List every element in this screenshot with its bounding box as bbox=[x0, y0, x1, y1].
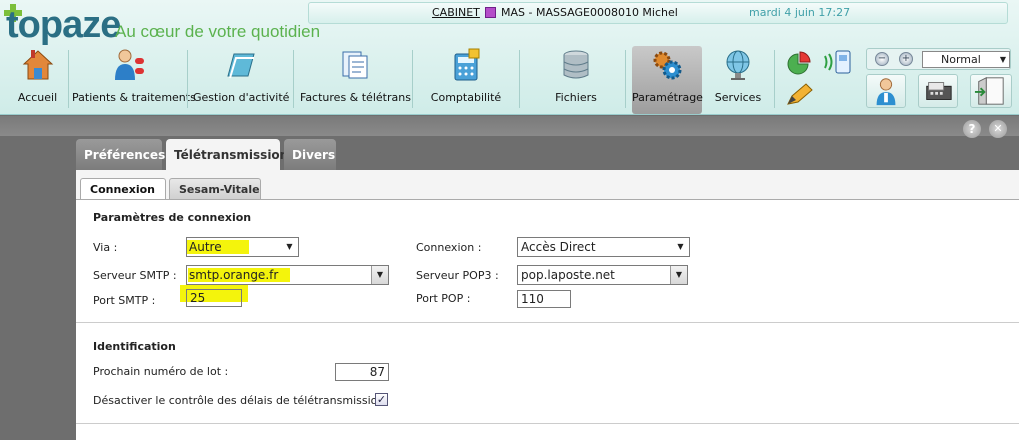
port-pop-input[interactable]: 110 bbox=[517, 290, 571, 308]
lot-label: Prochain numéro de lot : bbox=[93, 365, 229, 378]
cabinet-link[interactable]: CABINET bbox=[432, 6, 480, 19]
nav-label: Factures & télétrans bbox=[300, 91, 411, 104]
pop3-combo[interactable]: pop.laposte.net ▼ bbox=[517, 265, 688, 285]
nav-separator bbox=[774, 50, 775, 108]
chevron-down-icon: ▼ bbox=[281, 238, 298, 256]
subtab-connexion[interactable]: Connexion bbox=[80, 178, 166, 201]
smtp-label: Serveur SMTP : bbox=[93, 269, 177, 282]
section-divider bbox=[76, 322, 1019, 323]
chevron-down-icon: ▼ bbox=[371, 266, 388, 284]
nav-separator bbox=[412, 50, 413, 108]
nav-accueil[interactable]: Accueil bbox=[10, 46, 65, 114]
nav-separator bbox=[625, 50, 626, 108]
connexion-content: Paramètres de connexion Via : Autre ▼ Se… bbox=[76, 200, 1019, 440]
via-label: Via : bbox=[93, 241, 118, 254]
zoom-control: − + Normal ▼ bbox=[866, 48, 1011, 70]
calculator-icon bbox=[454, 48, 480, 81]
zoom-value: Normal bbox=[941, 53, 981, 66]
home-icon bbox=[22, 50, 53, 80]
current-date: mardi 4 juin 17:27 bbox=[749, 6, 851, 19]
section-divider bbox=[76, 423, 1019, 424]
port-smtp-label: Port SMTP : bbox=[93, 294, 156, 307]
subtab-sesam-vitale[interactable]: Sesam-Vitale bbox=[169, 178, 261, 200]
nav-parametrage[interactable]: Paramétrage bbox=[632, 46, 703, 114]
nav-separator bbox=[293, 50, 294, 108]
port-pop-value: 110 bbox=[521, 292, 544, 306]
connexion-select[interactable]: Accès Direct ▼ bbox=[517, 237, 690, 257]
chevron-down-icon: ▼ bbox=[670, 266, 687, 284]
logout-button[interactable] bbox=[970, 74, 1012, 108]
app-logo: topaze bbox=[6, 4, 121, 46]
practitioner-color-swatch bbox=[485, 7, 496, 18]
help-icon[interactable]: ? bbox=[963, 120, 981, 138]
zoom-select[interactable]: Normal ▼ bbox=[922, 51, 1010, 68]
nav-label: Fichiers bbox=[555, 91, 597, 104]
tab-teletransmission[interactable]: Télétransmission bbox=[166, 139, 288, 171]
toolbar-strip bbox=[0, 116, 1019, 136]
disable-delay-checkbox[interactable]: ✓ bbox=[375, 393, 388, 406]
nav-label: Paramétrage bbox=[632, 91, 703, 104]
connexion-label: Connexion : bbox=[416, 241, 482, 254]
connexion-value: Accès Direct bbox=[521, 240, 596, 254]
exit-door-icon bbox=[974, 77, 1004, 105]
patients-icon bbox=[115, 49, 144, 80]
section-title-connexion: Paramètres de connexion bbox=[93, 211, 252, 224]
smtp-value: smtp.orange.fr bbox=[188, 268, 291, 282]
nav-comptabilite[interactable]: Comptabilité bbox=[420, 46, 512, 114]
nav-label: Services bbox=[714, 91, 762, 104]
card-reader-icon bbox=[926, 82, 952, 100]
via-select[interactable]: Autre ▼ bbox=[186, 237, 299, 257]
practitioner-name[interactable]: MAS - MASSAGE0008010 Michel bbox=[501, 6, 678, 19]
nav-factures[interactable]: Factures & télétrans bbox=[300, 46, 411, 114]
pop3-value: pop.laposte.net bbox=[521, 268, 615, 282]
nav-separator bbox=[68, 50, 69, 108]
invoice-icon bbox=[342, 51, 368, 79]
nav-services[interactable]: Services bbox=[708, 46, 768, 114]
nav-label: Gestion d'activité bbox=[193, 91, 290, 104]
lot-value: 87 bbox=[369, 365, 385, 379]
settings-panel: Connexion Sesam-Vitale Paramètres de con… bbox=[76, 170, 1019, 440]
zoom-in-button[interactable]: + bbox=[899, 52, 913, 66]
close-icon[interactable]: ✕ bbox=[989, 120, 1007, 138]
nav-gestion-activite[interactable]: Gestion d'activité bbox=[193, 46, 289, 114]
port-smtp-value: 25 bbox=[190, 291, 206, 305]
globe-icon bbox=[726, 50, 750, 80]
database-icon bbox=[563, 50, 589, 79]
nav-label: Accueil bbox=[17, 91, 58, 104]
app-tagline: Au cœur de votre quotidien bbox=[115, 22, 321, 41]
info-bar: CABINET MAS - MASSAGE0008010 Michel mard… bbox=[308, 2, 1008, 24]
gears-icon bbox=[653, 51, 682, 80]
via-value: Autre bbox=[187, 240, 225, 254]
smtp-combo[interactable]: smtp.orange.fr ▼ bbox=[186, 265, 389, 285]
section-title-identification: Identification bbox=[93, 340, 176, 353]
doctor-icon bbox=[876, 78, 896, 106]
port-pop-label: Port POP : bbox=[416, 292, 471, 305]
highlight-mark bbox=[224, 240, 249, 254]
user-profile-button[interactable] bbox=[866, 74, 906, 108]
nav-separator bbox=[187, 50, 188, 108]
lot-number-input[interactable]: 87 bbox=[335, 363, 389, 381]
port-smtp-input[interactable]: 25 bbox=[186, 289, 242, 307]
card-reader-button[interactable] bbox=[918, 74, 958, 108]
wireless-card-icon[interactable] bbox=[822, 48, 854, 76]
tab-divers[interactable]: Divers bbox=[284, 139, 336, 170]
pop3-label: Serveur POP3 : bbox=[416, 269, 499, 282]
pencil-icon[interactable] bbox=[784, 80, 816, 108]
nav-label: Patients & traitements bbox=[72, 91, 196, 104]
folder-icon bbox=[227, 53, 255, 79]
chevron-down-icon: ▼ bbox=[672, 238, 689, 256]
nav-label: Comptabilité bbox=[430, 91, 502, 104]
disable-delay-label: Désactiver le contrôle des délais de tél… bbox=[93, 394, 385, 407]
nav-separator bbox=[519, 50, 520, 108]
chevron-down-icon: ▼ bbox=[999, 55, 1007, 64]
tab-preferences[interactable]: Préférences bbox=[76, 139, 165, 170]
nav-patients[interactable]: Patients & traitements bbox=[72, 46, 196, 114]
pie-chart-icon[interactable] bbox=[784, 50, 816, 78]
zoom-out-button[interactable]: − bbox=[875, 52, 889, 66]
app-header: topaze Au cœur de votre quotidien CABINE… bbox=[0, 0, 1019, 115]
nav-fichiers[interactable]: Fichiers bbox=[540, 46, 612, 114]
